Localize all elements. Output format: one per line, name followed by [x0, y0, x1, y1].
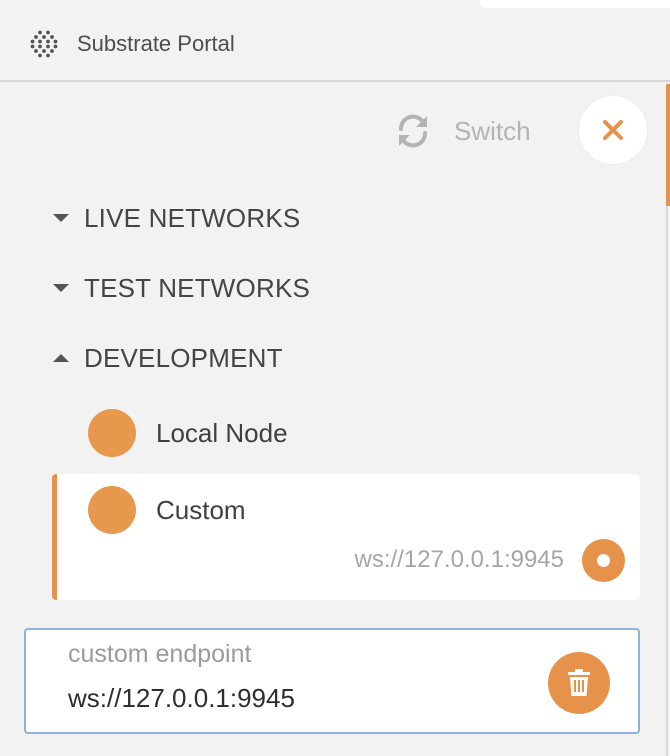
network-item-label: Custom — [156, 495, 246, 525]
switch-label: Switch — [454, 115, 531, 146]
network-dot-icon — [88, 409, 136, 457]
app-window: Substrate Portal Switch LIVE NETWORKS TE — [0, 0, 670, 756]
network-item-label: Local Node — [156, 418, 288, 448]
group-live-networks[interactable]: LIVE NETWORKS — [52, 198, 300, 238]
network-item-custom[interactable]: Custom ws://127.0.0.1:9945 — [52, 474, 640, 600]
substrate-logo-icon — [30, 30, 58, 58]
group-test-networks[interactable]: TEST NETWORKS — [52, 268, 310, 308]
refresh-icon — [398, 114, 428, 148]
group-label: LIVE NETWORKS — [84, 202, 301, 233]
group-label: TEST NETWORKS — [84, 272, 311, 303]
group-label: DEVELOPMENT — [84, 342, 283, 373]
top-bar: Substrate Portal — [0, 0, 670, 82]
network-item-local-node[interactable]: Local Node — [52, 400, 640, 466]
custom-endpoint-label: custom endpoint — [68, 640, 252, 668]
custom-endpoint-field: custom endpoint — [24, 628, 640, 734]
selected-radio[interactable] — [582, 539, 625, 582]
close-icon — [603, 120, 623, 140]
top-tab — [480, 0, 670, 8]
radio-dot — [597, 554, 610, 567]
switch-button[interactable]: Switch — [394, 110, 531, 152]
brand-title: Substrate Portal — [77, 31, 235, 56]
network-dot-icon — [88, 486, 136, 534]
network-item-url: ws://127.0.0.1:9945 — [354, 546, 564, 573]
caret-down-icon — [53, 214, 69, 222]
scroll-accent — [666, 84, 670, 206]
caret-up-icon — [53, 354, 69, 362]
close-button[interactable] — [578, 95, 648, 165]
trash-icon — [568, 669, 590, 696]
scrollbar-track[interactable] — [666, 206, 668, 756]
group-development[interactable]: DEVELOPMENT — [52, 338, 283, 378]
delete-endpoint-button[interactable] — [548, 652, 610, 714]
custom-endpoint-input[interactable] — [68, 678, 538, 718]
caret-down-icon — [53, 284, 69, 292]
